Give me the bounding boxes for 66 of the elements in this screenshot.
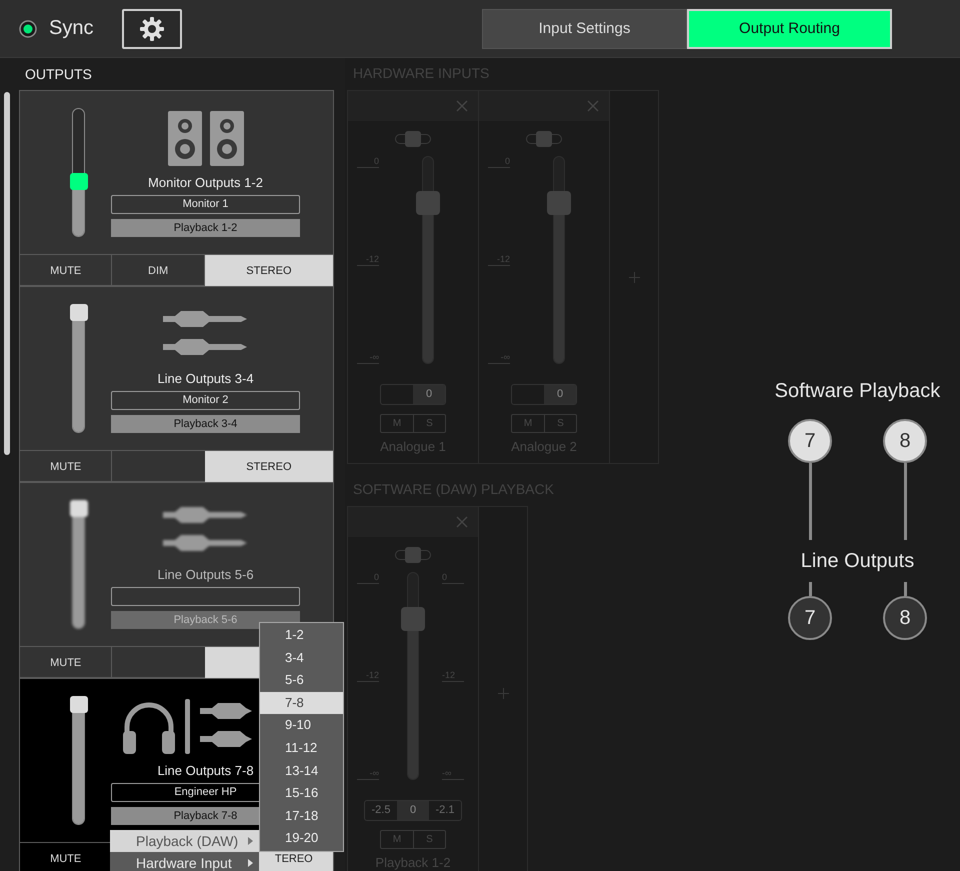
- fader[interactable]: [401, 572, 425, 780]
- channel-node: 8: [883, 419, 927, 463]
- close-icon[interactable]: [587, 100, 599, 112]
- diagram-title: Line Outputs: [800, 549, 914, 573]
- group-field[interactable]: Monitor 2: [111, 391, 300, 410]
- group-field[interactable]: [111, 587, 300, 606]
- submenu-arrow-icon: [248, 837, 253, 845]
- volume-slider[interactable]: [70, 304, 88, 433]
- divider-bar: [185, 698, 190, 754]
- scale-label: -∞: [357, 768, 379, 780]
- peak-value: -2.5: [370, 803, 392, 818]
- toggle-button[interactable]: STEREO: [204, 255, 333, 286]
- group-field[interactable]: Monitor 1: [111, 195, 300, 214]
- speakers-icon: [168, 110, 244, 166]
- pan-thumb[interactable]: [405, 131, 421, 147]
- gain-value: 0: [544, 385, 576, 404]
- scale-label: -∞: [488, 352, 510, 364]
- pan-thumb[interactable]: [405, 547, 421, 563]
- volume-slider[interactable]: [70, 696, 88, 825]
- add-icon[interactable]: [628, 272, 640, 282]
- section-title: OUTPUTS: [24, 65, 93, 84]
- output-name: Line Outputs 5-6: [157, 567, 254, 583]
- settings-icon: [140, 16, 164, 40]
- sync-label: Sync: [49, 17, 94, 40]
- output-card[interactable]: Line Outputs 3-4 Monitor 2 Playback 3-4 MUTE STEREO: [19, 286, 334, 482]
- pan-thumb[interactable]: [536, 131, 552, 147]
- menu-item[interactable]: Playback (DAW): [110, 830, 259, 852]
- channel-node: 7: [788, 419, 832, 463]
- peak-value: -2.1: [434, 803, 456, 818]
- close-icon[interactable]: [456, 516, 468, 528]
- fader[interactable]: [547, 156, 571, 364]
- submenu-arrow-icon: [248, 859, 253, 867]
- tab[interactable]: Input Settings: [482, 8, 687, 48]
- output-name: Line Outputs 7-8: [157, 763, 254, 779]
- scale-label: -∞: [442, 768, 464, 780]
- gain-value: 0: [397, 801, 429, 820]
- channel-node: 7: [788, 596, 832, 640]
- scrollbar[interactable]: [4, 92, 10, 455]
- output-name: Monitor Outputs 1-2: [148, 175, 263, 191]
- pan-slider[interactable]: [395, 131, 431, 147]
- scale-label: -∞: [357, 352, 379, 364]
- output-name: Line Outputs 3-4: [157, 371, 254, 387]
- output-card[interactable]: Monitor Outputs 1-2 Monitor 1 Playback 1-2 MUTE DIM STEREO: [19, 90, 334, 286]
- slider-thumb[interactable]: [70, 696, 88, 713]
- slider-thumb[interactable]: [70, 172, 88, 190]
- slider-thumb[interactable]: [70, 304, 88, 321]
- fader[interactable]: [416, 156, 440, 364]
- pan-slider[interactable]: [526, 131, 562, 147]
- fader-thumb[interactable]: [547, 190, 571, 215]
- channel-node: 8: [883, 596, 927, 640]
- close-icon[interactable]: [456, 100, 468, 112]
- tab[interactable]: Output Routing: [687, 8, 892, 48]
- add-icon[interactable]: [498, 688, 508, 698]
- slider-thumb[interactable]: [70, 500, 88, 517]
- toggle-button[interactable]: STEREO: [204, 451, 333, 482]
- volume-slider[interactable]: [70, 108, 88, 237]
- fader-thumb[interactable]: [401, 606, 425, 631]
- fader-thumb[interactable]: [416, 190, 440, 215]
- volume-slider[interactable]: [70, 500, 88, 629]
- diagram-title: Software Playback: [774, 379, 940, 403]
- pan-slider[interactable]: [395, 547, 431, 563]
- source-selector[interactable]: Playback 1-2: [111, 219, 300, 237]
- gain-value: 0: [413, 385, 445, 404]
- source-selector[interactable]: Playback 3-4: [111, 415, 300, 433]
- menu-option[interactable]: 7-8: [260, 692, 343, 714]
- settings-button[interactable]: [122, 8, 182, 48]
